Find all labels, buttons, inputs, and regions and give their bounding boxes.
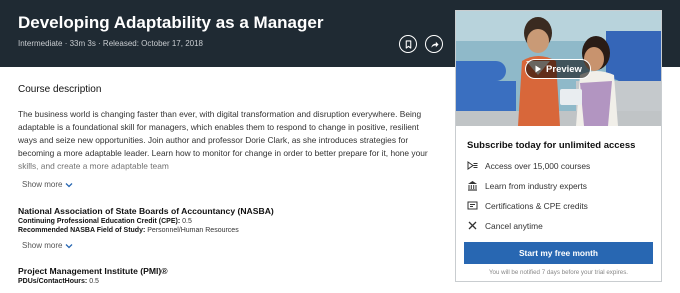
preview-thumbnail[interactable]: Preview (456, 11, 661, 126)
share-button[interactable] (425, 35, 443, 53)
course-description: The business world is changing faster th… (18, 108, 428, 174)
accreditation-line: Recommended NASBA Field of Study: Person… (18, 227, 418, 234)
course-description-section: Course description The business world is… (18, 84, 428, 192)
line-value: 0.5 (182, 218, 192, 225)
show-more-label: Show more (22, 241, 63, 250)
feature-item: Cancel anytime (467, 220, 543, 231)
subscribe-heading: Subscribe today for unlimited access (467, 140, 636, 151)
show-more-nasba-link[interactable]: Show more (22, 241, 73, 250)
line-label: PDUs/ContactHours: (18, 278, 88, 285)
chevron-down-icon (66, 243, 73, 248)
share-icon (430, 41, 439, 48)
line-value: Personnel/Human Resources (147, 227, 239, 234)
institution-icon (468, 181, 477, 191)
subscribe-card: Preview Subscribe today for unlimited ac… (455, 10, 662, 282)
feature-text: Learn from industry experts (485, 180, 587, 191)
line-value: 0.5 (89, 278, 99, 285)
certificate-icon (467, 201, 478, 210)
show-more-description-link[interactable]: Show more (22, 180, 73, 189)
section-heading: Course description (18, 84, 102, 95)
show-more-label: Show more (22, 180, 63, 189)
accreditation-line: PDUs/ContactHours: 0.5 (18, 278, 418, 285)
pmi-accreditation: Project Management Institute (PMI)® PDUs… (18, 266, 418, 285)
course-meta: Intermediate · 33m 3s · Released: Octobe… (18, 39, 203, 48)
start-free-month-button[interactable]: Start my free month (464, 242, 653, 264)
bookmark-icon (405, 39, 411, 49)
feature-text: Cancel anytime (485, 220, 543, 231)
preview-label: Preview (546, 63, 582, 75)
chevron-down-icon (66, 182, 73, 187)
accreditation-line: Continuing Professional Education Credit… (18, 218, 418, 225)
preview-button[interactable]: Preview (525, 59, 591, 79)
accreditation-name: National Association of State Boards of … (18, 206, 274, 216)
feature-text: Certifications & CPE credits (485, 200, 588, 211)
trial-fine-print: You will be notified 7 days before your … (488, 269, 629, 276)
line-label: Recommended NASBA Field of Study: (18, 227, 146, 234)
line-label: Continuing Professional Education Credit… (18, 218, 181, 225)
close-icon (468, 221, 477, 230)
accreditation-name: Project Management Institute (PMI)® (18, 266, 168, 276)
feature-item: Access over 15,000 courses (467, 160, 590, 171)
course-title: Developing Adaptability as a Manager (18, 13, 324, 32)
play-list-icon (467, 161, 478, 170)
play-icon (535, 65, 542, 73)
feature-item: Certifications & CPE credits (467, 200, 588, 211)
feature-text: Access over 15,000 courses (485, 160, 591, 171)
nasba-accreditation: National Association of State Boards of … (18, 206, 418, 253)
bookmark-button[interactable] (399, 35, 417, 53)
feature-item: Learn from industry experts (467, 180, 587, 191)
